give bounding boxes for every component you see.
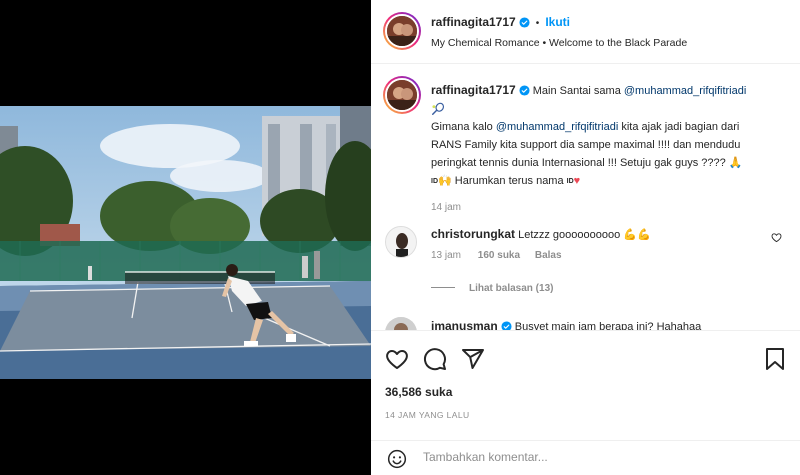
flexed-biceps-icon: 💪💪 (623, 229, 651, 241)
raised-hands-icon: 🙌 (438, 175, 452, 187)
verified-icon (519, 84, 530, 102)
follow-button[interactable]: Ikuti (545, 15, 570, 29)
author-avatar[interactable] (383, 12, 421, 50)
comment-time: 13 jam (431, 250, 462, 261)
post-timestamp: 14 JAM YANG LALU (385, 410, 470, 420)
avatar-image (385, 78, 419, 112)
bookmark-icon[interactable] (764, 347, 786, 374)
share-icon[interactable] (461, 347, 485, 374)
post-detail-panel: raffinagita1717 • Ikuti My Chemical Roma… (371, 0, 800, 475)
tennis-court-image (0, 106, 371, 379)
reply-button[interactable]: Balas (535, 250, 562, 261)
post-actions: 36,586 suka 14 JAM YANG LALU (371, 330, 800, 428)
avatar-photo (387, 80, 417, 110)
comment-icon[interactable] (423, 347, 447, 374)
comment-row-2: imanusman Busyet main jam berapa ini? Ha… (431, 319, 701, 330)
caption-line3-text: peringkat tennis dunia Internasional !!!… (431, 157, 726, 169)
commenter-avatar[interactable] (385, 317, 417, 330)
author-username[interactable]: raffinagita1717 (431, 15, 516, 29)
comment-input[interactable] (423, 450, 743, 464)
comment-text: Letzzz goooooooooo (518, 229, 621, 241)
tennis-video[interactable] (0, 106, 371, 379)
post-media (0, 0, 371, 475)
comments-list: raffinagita1717 Main Santai sama @muhamm… (371, 64, 800, 330)
caption-title-mention[interactable]: @muhammad_rifqifitriadi (624, 85, 746, 97)
verified-icon (501, 321, 512, 330)
separator-dot: • (535, 18, 540, 29)
praying-hands-icon: 🙏 (728, 157, 743, 169)
emoji-icon[interactable] (387, 449, 407, 472)
header-title-row: raffinagita1717 • Ikuti (431, 15, 570, 31)
avatar-image (385, 14, 419, 48)
caption-line-2: RANS Family kita support dia sampe maxim… (431, 139, 741, 151)
comment-likes[interactable]: 160 suka (478, 250, 520, 261)
caption-line1-post: kita ajak jadi bagian dari (621, 121, 740, 133)
caption-text: raffinagita1717 Main Santai sama @muhamm… (431, 81, 800, 217)
comment-username[interactable]: imanusman (431, 319, 498, 330)
caption-title-text: Main Santai sama (532, 85, 621, 97)
caption-line-1: Gimana kalo @muhammad_rifqifitriadi kita… (431, 118, 800, 136)
post-header: raffinagita1717 • Ikuti My Chemical Roma… (371, 0, 800, 64)
view-replies-label: Lihat balasan (13) (469, 283, 554, 294)
commenter-avatar[interactable] (385, 226, 417, 258)
caption-line4-text: Harumkan terus nama (454, 175, 564, 187)
flag-id-icon: ID (431, 178, 438, 185)
flag-id-icon: ID (566, 178, 574, 185)
red-heart-icon: ♥ (573, 175, 581, 187)
caption-avatar[interactable] (383, 76, 421, 114)
comment-username[interactable]: christorungkat (431, 227, 515, 241)
caption-first-line: raffinagita1717 Main Santai sama @muhamm… (431, 81, 800, 102)
avatar-photo (385, 317, 417, 330)
view-replies-button[interactable]: Lihat balasan (13) (431, 283, 553, 294)
replies-divider-line (431, 287, 455, 288)
caption-line-4: ID🙌 Harumkan terus nama ID♥ (431, 172, 800, 191)
caption-username[interactable]: raffinagita1717 (431, 83, 516, 97)
caption-line1-mention[interactable]: @muhammad_rifqifitriadi (496, 121, 618, 133)
comment-meta: 13 jam 160 suka Balas (431, 250, 562, 261)
caption-time: 14 jam (431, 202, 462, 213)
avatar-photo (386, 227, 416, 257)
likes-count[interactable]: 36,586 suka (385, 385, 452, 399)
caption-line1-pre: Gimana kalo (431, 121, 493, 133)
comment-row-1: christorungkat Letzzz goooooooooo 💪💪 (431, 227, 651, 241)
verified-icon (519, 17, 530, 31)
avatar-photo (387, 16, 417, 46)
tennis-racket-icon (431, 102, 800, 118)
caption-line-3: peringkat tennis dunia Internasional !!!… (431, 154, 800, 172)
comment-text: Busyet main jam berapa ini? Hahahaa (514, 321, 702, 330)
heart-icon[interactable] (385, 347, 409, 374)
comment-like-heart-icon[interactable] (771, 232, 782, 246)
add-comment-bar (371, 440, 800, 475)
audio-track-link[interactable]: My Chemical Romance • Welcome to the Bla… (431, 37, 687, 49)
